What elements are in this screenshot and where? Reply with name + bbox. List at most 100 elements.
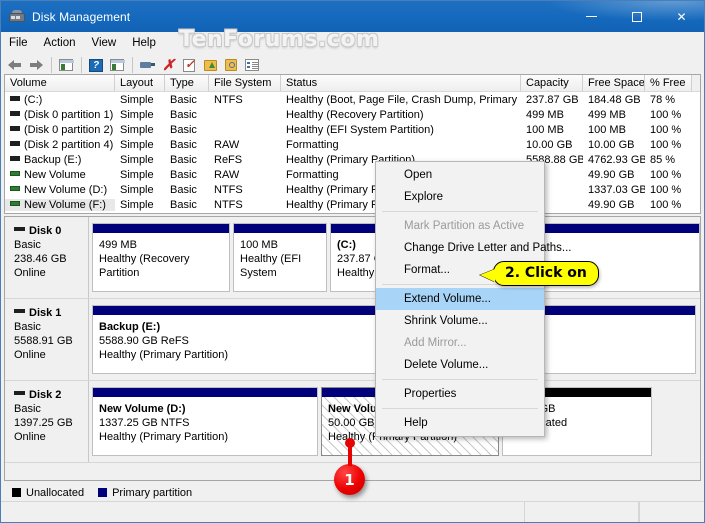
- column-header-layout[interactable]: Layout: [115, 75, 165, 91]
- help-icon[interactable]: ?: [86, 56, 106, 74]
- cell-volume: New Volume (D:): [5, 184, 115, 196]
- column-header-file-system[interactable]: File System: [209, 75, 281, 91]
- step-marker-1: 1: [334, 438, 365, 495]
- toolbar-separator: [132, 57, 133, 73]
- cell-file_system: NTFS: [214, 198, 243, 211]
- partition-title: New Volume (D:): [99, 403, 186, 415]
- cell-layout: Simple: [120, 153, 154, 166]
- cell-type: Basic: [170, 198, 197, 211]
- disk-info-disk-2[interactable]: Disk 2 Basic 1397.25 GB Online: [5, 381, 89, 462]
- volume-icon: [10, 96, 20, 102]
- cell-capacity: 10.00 GB: [526, 138, 573, 151]
- show-hide-action-pane-icon[interactable]: [107, 56, 127, 74]
- partition-body: 499 MB Healthy (Recovery Partition: [93, 233, 229, 291]
- disk-type: Basic: [14, 403, 41, 415]
- context-menu-item-properties[interactable]: Properties: [376, 383, 544, 405]
- cell-volume-label: New Volume (F:): [24, 198, 106, 211]
- partition-block[interactable]: 499 MB Healthy (Recovery Partition: [92, 223, 230, 292]
- toolbar-separator: [81, 57, 82, 73]
- callout-step-2: 2. Click on: [480, 261, 599, 286]
- cell-type: Basic: [170, 123, 197, 136]
- menu-file[interactable]: File: [1, 34, 36, 52]
- back-icon[interactable]: [5, 56, 25, 74]
- context-menu-item-delete-volume[interactable]: Delete Volume...: [376, 354, 544, 376]
- list-view-icon[interactable]: [242, 56, 262, 74]
- disk-icon: [14, 227, 25, 232]
- cell-free_space: 184.48 GB: [588, 93, 641, 106]
- context-menu-item-open[interactable]: Open: [376, 164, 544, 186]
- column-header-free-space[interactable]: Free Space: [583, 75, 645, 91]
- partition-block[interactable]: 100 MB Healthy (EFI System: [233, 223, 327, 292]
- maximize-button[interactable]: [614, 1, 659, 32]
- disk-state: Online: [14, 267, 46, 279]
- new-folder-icon[interactable]: [200, 56, 220, 74]
- new-task-icon[interactable]: [179, 56, 199, 74]
- table-row[interactable]: Backup (E:) Simple Basic ReFS Healthy (Prima…: [5, 152, 700, 167]
- table-row[interactable]: (Disk 0 partition 1) Simple Basic Healthy (…: [5, 107, 700, 122]
- cell-volume: New Volume: [5, 169, 115, 181]
- table-row[interactable]: (Disk 2 partition 4) Simple Basic RAW Format…: [5, 137, 700, 152]
- cell-percent_free: 85 %: [650, 153, 676, 166]
- show-hide-console-tree-icon[interactable]: [56, 56, 76, 74]
- disk-info-disk-0[interactable]: Disk 0 Basic 238.46 GB Online: [5, 217, 89, 298]
- cell-percent_free: 100 %: [650, 168, 682, 181]
- context-menu-item-shrink-volume[interactable]: Shrink Volume...: [376, 310, 544, 332]
- callout-tail: [480, 269, 495, 282]
- marker-dot: [344, 438, 355, 448]
- volume-icon: [10, 156, 20, 162]
- cell-type: Basic: [170, 93, 197, 106]
- status-bar: [1, 501, 704, 522]
- context-menu-item-extend-volume[interactable]: Extend Volume...: [376, 288, 544, 310]
- properties-plug-icon[interactable]: [137, 56, 157, 74]
- cell-type: Basic: [170, 138, 197, 151]
- table-row[interactable]: New Volume (D:) Simple Basic NTFS Healthy (P…: [5, 182, 700, 197]
- menu-view[interactable]: View: [84, 34, 125, 52]
- status-bar-segment-2: [525, 502, 639, 522]
- disk-state: Online: [14, 431, 46, 443]
- column-header-capacity[interactable]: Capacity: [521, 75, 583, 91]
- disk-row: Disk 0 Basic 238.46 GB Online 499 MB Healthy …: [5, 217, 700, 299]
- forward-icon[interactable]: [26, 56, 46, 74]
- disk-info-disk-1[interactable]: Disk 1 Basic 5588.91 GB Online: [5, 299, 89, 380]
- partition-size: 499 MB: [99, 239, 137, 251]
- cell-capacity: 100 MB: [526, 123, 564, 136]
- menu-action[interactable]: Action: [36, 34, 84, 52]
- search-folder-icon[interactable]: [221, 56, 241, 74]
- context-menu-separator: [382, 379, 538, 380]
- volume-list[interactable]: Volume Layout Type File System Status Ca…: [4, 74, 701, 214]
- cell-percent_free: 100 %: [650, 123, 682, 136]
- disk-name: Disk 1: [29, 307, 62, 319]
- column-header-volume[interactable]: Volume: [5, 75, 115, 91]
- context-menu-item-mark-partition-as-active: Mark Partition as Active: [404, 220, 525, 232]
- volume-list-header: Volume Layout Type File System Status Ca…: [5, 75, 700, 92]
- cell-volume-label: (Disk 0 partition 2): [24, 123, 114, 136]
- legend-label-unallocated: Unallocated: [26, 487, 85, 499]
- toolbar: ? ✗: [1, 54, 704, 76]
- cell-free_space: 100 MB: [588, 123, 626, 136]
- disk-type: Basic: [14, 239, 41, 251]
- column-header-status[interactable]: Status: [281, 75, 521, 91]
- partition-color-bar: [93, 388, 317, 397]
- cell-layout: Simple: [120, 168, 154, 181]
- context-menu-item-help[interactable]: Help: [376, 412, 544, 434]
- context-menu[interactable]: Open Explore Mark Partition as Active Chang…: [375, 161, 572, 437]
- table-row[interactable]: New Volume Simple Basic RAW Formatting 49.90 …: [5, 167, 700, 182]
- table-row[interactable]: New Volume (F:) Simple Basic NTFS Healthy (P…: [5, 197, 700, 212]
- cell-file_system: NTFS: [214, 93, 243, 106]
- cell-status: Healthy (Recovery Partition): [286, 108, 424, 121]
- minimize-button[interactable]: [569, 1, 614, 32]
- column-header-type[interactable]: Type: [165, 75, 209, 91]
- column-header-percent-free[interactable]: % Free: [645, 75, 692, 91]
- partition-block[interactable]: New Volume (D:) 1337.25 GB NTFS Healthy (P…: [92, 387, 318, 456]
- context-menu-item-change-drive-letter-and-paths[interactable]: Change Drive Letter and Paths...: [376, 237, 572, 259]
- close-button[interactable]: ✕: [659, 1, 704, 32]
- table-row[interactable]: (C:) Simple Basic NTFS Healthy (Boot, Page F…: [5, 92, 700, 107]
- table-row[interactable]: (Disk 0 partition 2) Simple Basic Healthy (…: [5, 122, 700, 137]
- cell-layout: Simple: [120, 108, 154, 121]
- delete-icon[interactable]: ✗: [158, 56, 178, 74]
- menu-help[interactable]: Help: [124, 34, 164, 52]
- partition-body: 100 MB Healthy (EFI System: [234, 233, 326, 291]
- title-bar[interactable]: Disk Management ✕: [1, 1, 704, 32]
- disk-icon: [14, 309, 25, 314]
- context-menu-item-explore[interactable]: Explore: [376, 186, 544, 208]
